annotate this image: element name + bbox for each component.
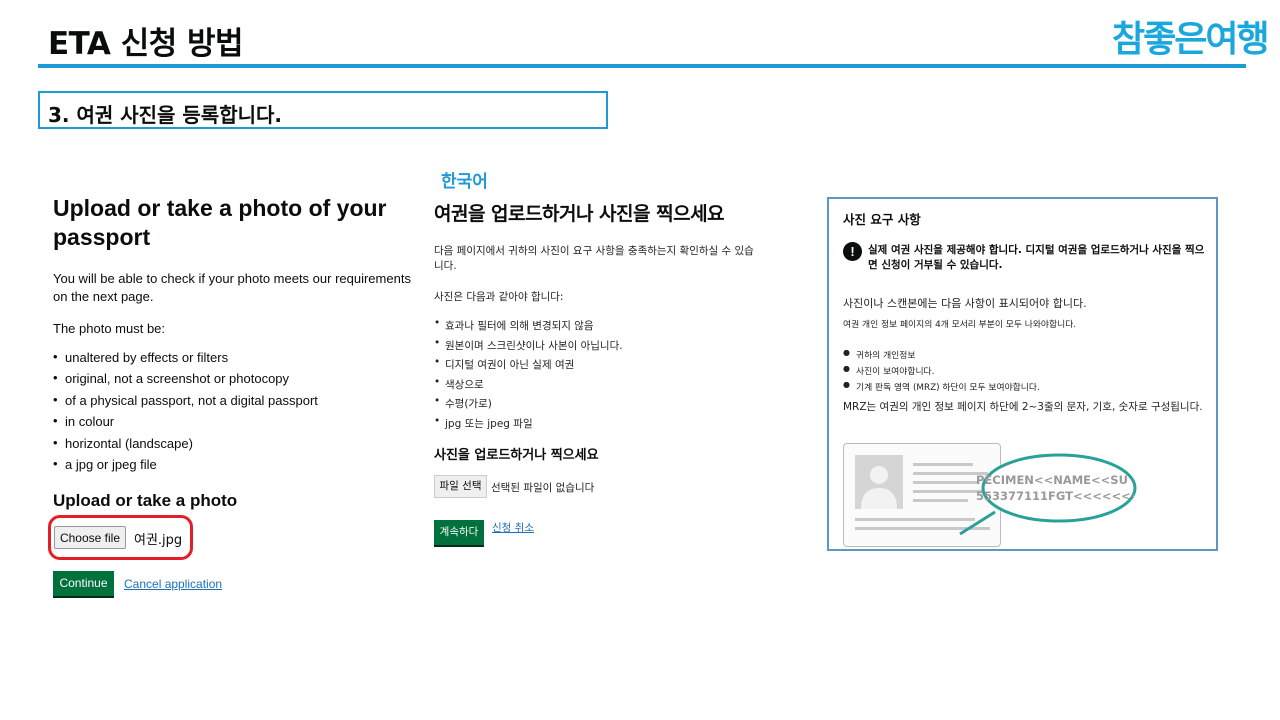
requirements-items: 귀하의 개인정보 사진이 보여야합니다. 기계 판독 영역 (MRZ) 하단이 … bbox=[843, 348, 1040, 396]
list-item: 원본이며 스크린샷이나 사본이 아닙니다. bbox=[434, 337, 623, 358]
en-upload-heading: Upload or take a photo bbox=[53, 491, 238, 510]
en-intro-text: You will be able to check if your photo … bbox=[53, 271, 411, 304]
en-must-be-text: The photo must be: bbox=[53, 321, 166, 336]
mrz-line-2: 553377111FGT<<<<<<<< bbox=[976, 489, 1134, 503]
brand-logo: 참좋은여행 bbox=[1112, 19, 1270, 60]
cancel-application-link[interactable]: Cancel application bbox=[124, 577, 222, 591]
korean-language-label: 한국어 bbox=[441, 172, 488, 192]
mrz-note: MRZ는 여권의 개인 정보 페이지 하단에 2~3줄의 문자, 기호, 숫자로… bbox=[843, 401, 1203, 413]
list-item: a jpg or jpeg file bbox=[53, 456, 318, 478]
ko-page-title: 여권을 업로드하거나 사진을 찍으세요 bbox=[434, 203, 725, 225]
warning-text: 실제 여권 사진을 제공해야 합니다. 디지털 여권을 업로드하거나 사진을 찍… bbox=[868, 244, 1205, 271]
ko-must-be-text: 사진은 다음과 같아야 합니다: bbox=[434, 291, 564, 303]
continue-button[interactable]: Continue bbox=[53, 571, 114, 596]
list-item: 귀하의 개인정보 bbox=[843, 348, 1040, 364]
mrz-line-1: PECIMEN<<NAME<<SU bbox=[976, 473, 1128, 487]
ko-intro-text: 다음 페이지에서 귀하의 사진이 요구 사항을 충족하는지 확인하실 수 있습니… bbox=[434, 245, 754, 272]
ko-upload-heading: 사진을 업로드하거나 찍으세요 bbox=[434, 448, 599, 463]
ko-continue-button[interactable]: 계속하다 bbox=[434, 520, 484, 545]
ko-cancel-link[interactable]: 신청 취소 bbox=[492, 520, 534, 535]
en-page-title: Upload or take a photo of your passport bbox=[53, 195, 387, 250]
header-divider bbox=[38, 64, 1246, 68]
slide-title: ETA 신청 방법 bbox=[48, 26, 244, 62]
list-item: horizontal (landscape) bbox=[53, 435, 318, 457]
ko-no-file-text: 선택된 파일이 없습니다 bbox=[491, 482, 595, 494]
list-item: 디지털 여권이 아닌 실제 여권 bbox=[434, 356, 623, 377]
step-label: 3. 여권 사진을 등록합니다. bbox=[48, 103, 282, 127]
en-requirements-list: unaltered by effects or filters original… bbox=[53, 349, 318, 478]
ko-file-select-button[interactable]: 파일 선택 bbox=[434, 475, 487, 498]
list-item: unaltered by effects or filters bbox=[53, 349, 318, 371]
list-item: 사진이 보여야합니다. bbox=[843, 364, 1040, 380]
list-item: 효과나 필터에 의해 변경되지 않음 bbox=[434, 317, 623, 338]
corners-note: 여권 개인 정보 페이지의 4개 모서리 부분이 모두 나와야합니다. bbox=[843, 320, 1077, 330]
list-item: 색상으로 bbox=[434, 376, 623, 397]
requirements-intro: 사진이나 스캔본에는 다음 사항이 표시되어야 합니다. bbox=[843, 297, 1087, 310]
list-item: 수평(가로) bbox=[434, 395, 623, 416]
requirements-title: 사진 요구 사항 bbox=[843, 212, 921, 227]
warning-icon: ! bbox=[843, 242, 862, 261]
list-item: original, not a screenshot or photocopy bbox=[53, 370, 318, 392]
list-item: 기계 판독 영역 (MRZ) 하단이 모두 보여야합니다. bbox=[843, 380, 1040, 396]
ko-requirements-list: 효과나 필터에 의해 변경되지 않음 원본이며 스크린샷이나 사본이 아닙니다.… bbox=[434, 317, 623, 436]
list-item: of a physical passport, not a digital pa… bbox=[53, 392, 318, 414]
list-item: in colour bbox=[53, 413, 318, 435]
file-input-highlight bbox=[48, 515, 193, 560]
list-item: jpg 또는 jpeg 파일 bbox=[434, 415, 623, 436]
